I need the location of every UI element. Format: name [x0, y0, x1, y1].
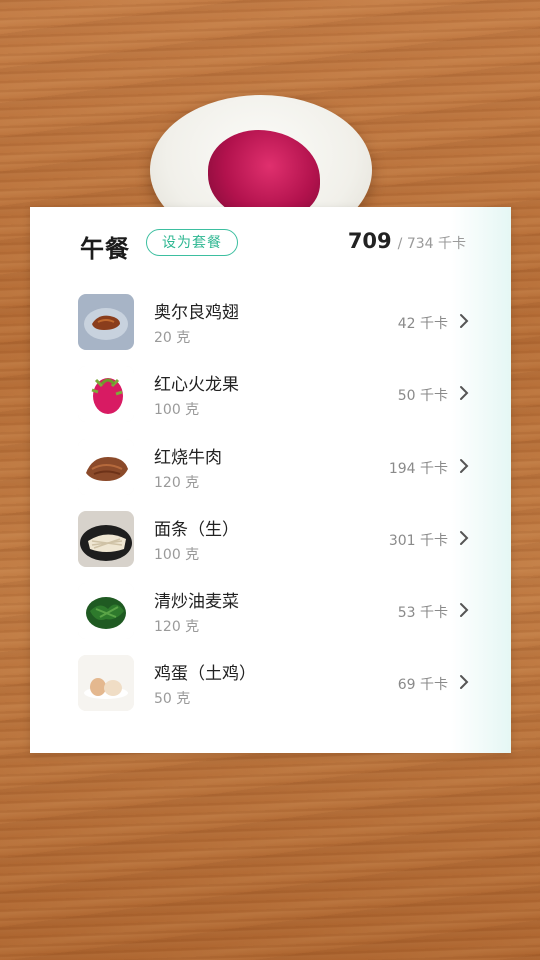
stir-fried-lettuce-icon: [78, 583, 134, 640]
food-amount: 120 克: [154, 619, 200, 636]
food-amount: 100 克: [154, 546, 200, 563]
calories-current: 709: [347, 229, 392, 253]
chicken-wing-icon: [78, 294, 134, 350]
food-amount: 20 克: [154, 330, 191, 346]
chevron-right-icon: [460, 675, 469, 690]
food-item-row[interactable]: 红心火龙果 100 克 50 千卡: [78, 359, 470, 431]
food-calories: 50 千卡: [397, 388, 448, 405]
food-item-row[interactable]: 清炒油麦菜 120 克 53 千卡: [78, 576, 470, 648]
food-amount: 120 克: [154, 474, 200, 491]
food-calories: 301 千卡: [388, 532, 448, 549]
egg-icon: [78, 655, 134, 712]
meal-header: 午餐 设为套餐 709 / 734 千卡: [80, 227, 466, 263]
food-item-row[interactable]: 面条（生） 100 克 301 千卡: [78, 504, 470, 576]
food-amount: 100 克: [154, 402, 200, 419]
food-name: 清炒油麦菜: [154, 592, 239, 613]
noodles-icon: [78, 510, 134, 567]
chevron-right-icon: [460, 603, 469, 618]
food-name: 红烧牛肉: [154, 447, 222, 468]
food-calories: 69 千卡: [397, 677, 448, 694]
food-name: 面条（生）: [154, 519, 239, 540]
food-calories: 53 千卡: [397, 605, 448, 622]
meal-card: 午餐 设为套餐 709 / 734 千卡 奥尔良鸡翅 20 克 42 千卡 红心…: [30, 207, 511, 753]
food-name: 鸡蛋（土鸡）: [154, 664, 256, 685]
calories-total: / 734 千卡: [397, 236, 466, 252]
food-item-row[interactable]: 奥尔良鸡翅 20 克 42 千卡: [78, 287, 470, 359]
food-amount: 50 克: [154, 691, 191, 708]
food-calories: 194 千卡: [388, 460, 448, 477]
calorie-summary: 709 / 734 千卡: [348, 229, 466, 253]
food-calories: 42 千卡: [397, 316, 448, 332]
food-item-row[interactable]: 鸡蛋（土鸡） 50 克 69 千卡: [78, 648, 470, 720]
food-name: 奥尔良鸡翅: [154, 303, 239, 323]
food-name: 红心火龙果: [154, 375, 239, 396]
food-item-row[interactable]: 红烧牛肉 120 克 194 千卡: [78, 432, 470, 504]
chevron-right-icon: [460, 314, 469, 328]
set-as-combo-button[interactable]: 设为套餐: [146, 229, 238, 256]
dragon-fruit-icon: [78, 366, 134, 423]
chevron-right-icon: [460, 530, 469, 545]
food-list: 奥尔良鸡翅 20 克 42 千卡 红心火龙果 100 克 50 千卡 红烧牛肉 …: [78, 287, 470, 721]
meal-title: 午餐: [80, 235, 130, 263]
braised-beef-icon: [78, 438, 134, 495]
chevron-right-icon: [460, 458, 469, 473]
chevron-right-icon: [460, 386, 469, 401]
